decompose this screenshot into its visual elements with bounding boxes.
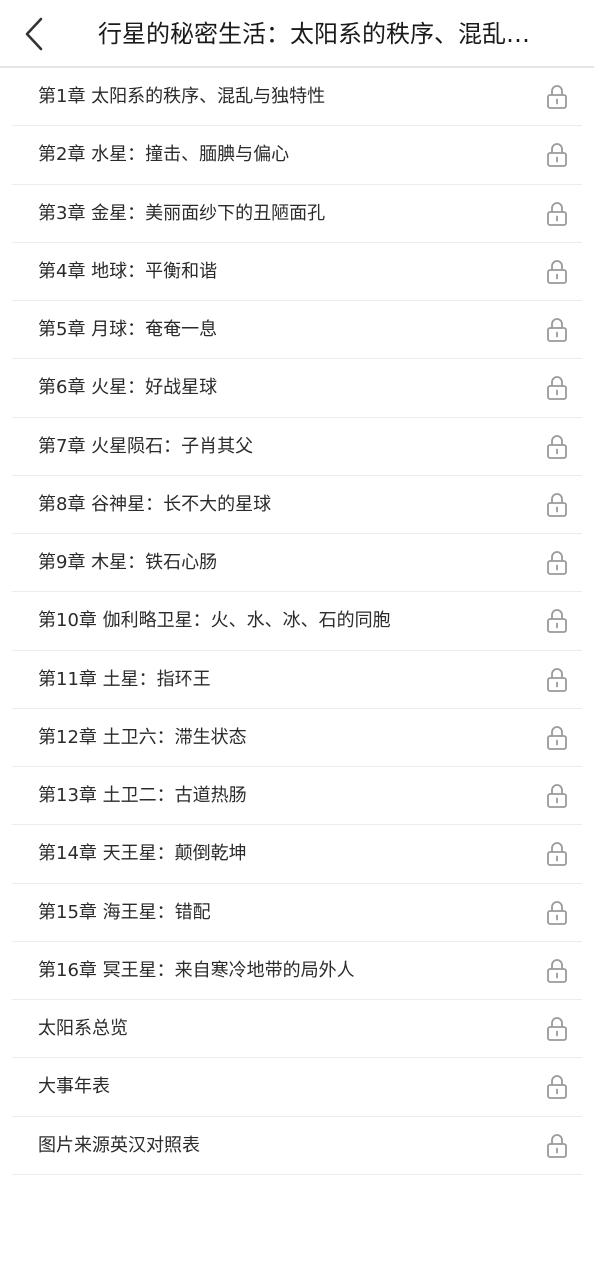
chapter-row[interactable]: 第5章 月球：奄奄一息 xyxy=(12,301,582,360)
chapter-row[interactable]: 太阳系总览 xyxy=(12,1000,582,1059)
lock-icon xyxy=(547,376,567,401)
chapter-list: 第1章 太阳系的秩序、混乱与独特性 第2章 水星：撞击、腼腆与偏心第3章 金星：美… xyxy=(0,68,594,1175)
top-bar: 行星的秘密生活：太阳系的秩序、混乱与独特性 xyxy=(0,0,594,68)
chapter-title: 第4章 地球：平衡和谐 xyxy=(38,260,218,282)
chapter-title: 第6章 火星：好战星球 xyxy=(38,377,218,399)
chapter-row[interactable]: 第9章 木星：铁石心肠 xyxy=(12,534,582,593)
chapter-title: 第7章 火星陨石：子肖其父 xyxy=(38,435,254,457)
lock-icon xyxy=(547,259,567,284)
chapter-title: 第10章 伽利略卫星：火、水、冰、石的同胞 xyxy=(38,610,391,632)
lock-icon xyxy=(547,784,567,808)
chapter-row[interactable]: 第2章 水星：撞击、腼腆与偏心 xyxy=(12,126,582,185)
back-button[interactable] xyxy=(14,12,54,56)
chapter-row[interactable]: 第3章 金星：美丽面纱下的丑陋面孔 xyxy=(12,185,582,243)
lock-icon xyxy=(547,1133,567,1158)
chapter-title: 第9章 木星：铁石心肠 xyxy=(38,552,218,573)
chapter-title: 第1章 太阳系的秩序、混乱与独特性 xyxy=(38,86,326,107)
chapter-title: 第5章 月球：奄奄一息 xyxy=(38,319,218,340)
lock-icon xyxy=(547,143,567,168)
lock-icon xyxy=(547,667,567,692)
lock-icon xyxy=(547,842,567,867)
lock-icon xyxy=(547,318,567,342)
lock-icon xyxy=(547,725,567,750)
chapter-title: 第12章 土卫六：滞生状态 xyxy=(38,726,247,748)
lock-icon xyxy=(547,1075,567,1100)
chapter-row[interactable]: 大事年表 xyxy=(12,1058,582,1117)
chapter-row[interactable]: 第10章 伽利略卫星：火、水、冰、石的同胞 xyxy=(12,592,582,651)
chapter-row[interactable]: 第15章 海王星：错配 xyxy=(12,884,582,942)
chapter-row[interactable]: 第8章 谷神星：长不大的星球 xyxy=(12,476,582,534)
chapter-title: 第2章 水星：撞击、腼腆与偏心 xyxy=(38,144,290,166)
chapter-title: 第16章 冥王星：来自寒冷地带的局外人 xyxy=(38,959,355,981)
chapter-row[interactable]: 第11章 土星：指环王 xyxy=(12,651,582,709)
chapter-row[interactable]: 第7章 火星陨石：子肖其父 xyxy=(12,418,582,476)
chapter-title: 图片来源英汉对照表 xyxy=(38,1134,200,1156)
lock-icon xyxy=(547,900,567,925)
lock-icon xyxy=(547,958,567,983)
chapter-row[interactable]: 第4章 地球：平衡和谐 xyxy=(12,243,582,301)
lock-icon xyxy=(547,492,567,517)
chapter-title: 第13章 土卫二：古道热肠 xyxy=(38,785,247,806)
chapter-title: 太阳系总览 xyxy=(38,1018,128,1039)
chapter-row[interactable]: 第14章 天王星：颠倒乾坤 xyxy=(12,825,582,884)
lock-icon xyxy=(547,85,567,109)
chapter-title: 第11章 土星：指环王 xyxy=(38,668,211,690)
chapter-title: 大事年表 xyxy=(38,1076,110,1098)
chapter-title: 第3章 金星：美丽面纱下的丑陋面孔 xyxy=(38,202,326,224)
chapter-title: 第8章 谷神星：长不大的星球 xyxy=(38,493,272,515)
lock-icon xyxy=(547,434,567,459)
chapter-row[interactable]: 第1章 太阳系的秩序、混乱与独特性 xyxy=(12,68,582,127)
lock-icon xyxy=(547,609,567,634)
lock-icon xyxy=(547,201,567,226)
chapter-row[interactable]: 第12章 土卫六：滞生状态 xyxy=(12,709,582,767)
chapter-row[interactable]: 图片来源英汉对照表 xyxy=(12,1117,582,1175)
chapter-title: 第14章 天王星：颠倒乾坤 xyxy=(38,843,247,865)
chapter-row[interactable]: 第16章 冥王星：来自寒冷地带的局外人 xyxy=(12,942,582,1000)
chapter-row[interactable]: 第13章 土卫二：古道热肠 xyxy=(12,767,582,826)
lock-icon xyxy=(547,1017,567,1041)
lock-icon xyxy=(547,551,567,575)
chapter-title: 第15章 海王星：错配 xyxy=(38,901,211,923)
page-title: 行星的秘密生活：太阳系的秩序、混乱与独特性 xyxy=(98,20,552,48)
chevron-left-icon xyxy=(25,17,43,51)
chapter-row[interactable]: 第6章 火星：好战星球 xyxy=(12,359,582,418)
